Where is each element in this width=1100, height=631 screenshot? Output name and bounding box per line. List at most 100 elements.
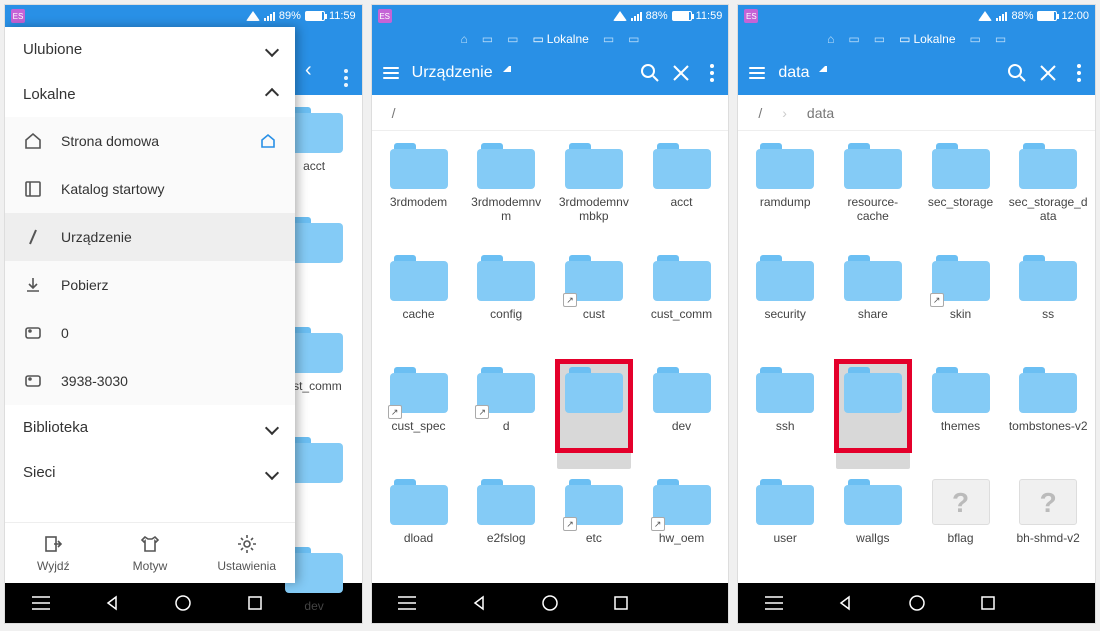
- folder-ramdump[interactable]: ramdump: [742, 137, 828, 247]
- tab-icon[interactable]: ▭: [603, 32, 614, 46]
- folder-ssh[interactable]: ssh: [742, 361, 828, 471]
- nav-recent-icon[interactable]: [243, 591, 267, 615]
- folder-acct[interactable]: acct: [639, 137, 725, 247]
- folder-config[interactable]: config: [463, 249, 549, 359]
- more-icon[interactable]: [704, 64, 720, 82]
- header-title[interactable]: Urządzenie: [412, 64, 493, 82]
- nav-recent-icon[interactable]: [976, 591, 1000, 615]
- folder-data[interactable]: data: [551, 361, 637, 471]
- drawer-bottom-motyw[interactable]: Motyw: [102, 523, 199, 583]
- nav-menu-icon[interactable]: [762, 591, 786, 615]
- folder-resource-cache[interactable]: resource-cache: [830, 137, 916, 247]
- folder-system[interactable]: system: [830, 361, 916, 471]
- tab-local[interactable]: ▭Lokalne: [532, 32, 588, 46]
- folder-3rdmodemnvm[interactable]: 3rdmodemnvm: [463, 137, 549, 247]
- folder-cust[interactable]: ↗cust: [551, 249, 637, 359]
- folder-d[interactable]: ↗d: [463, 361, 549, 471]
- folder-3rdmodemnvmbkp[interactable]: 3rdmodemnvmbkp: [551, 137, 637, 247]
- drawer-item-strona-domowa[interactable]: Strona domowa: [5, 117, 295, 165]
- tab-local[interactable]: ▭Lokalne: [899, 32, 955, 46]
- nav-back-icon[interactable]: [100, 591, 124, 615]
- tab-icon[interactable]: ▭: [482, 32, 493, 46]
- folder-skin[interactable]: ↗skin: [918, 249, 1004, 359]
- folder-icon: [932, 143, 990, 189]
- tab-icon[interactable]: ▭: [628, 32, 639, 46]
- clock: 12:00: [1061, 10, 1089, 22]
- crumb-root[interactable]: /: [758, 105, 762, 121]
- drawer-item-3938-3030[interactable]: 3938-3030: [5, 357, 295, 405]
- folder-cust_comm[interactable]: cust_comm: [639, 249, 725, 359]
- folder-share[interactable]: share: [830, 249, 916, 359]
- folder-dev[interactable]: dev: [639, 361, 725, 471]
- tab-icon[interactable]: ▭: [995, 32, 1006, 46]
- folder-cust_spec[interactable]: ↗cust_spec: [376, 361, 462, 471]
- folder-sec_storage_data[interactable]: sec_storage_data: [1005, 137, 1091, 247]
- menu-button[interactable]: [380, 64, 402, 82]
- crumb-data[interactable]: data: [807, 105, 834, 121]
- tab-icon[interactable]: ▭: [507, 32, 518, 46]
- drawer-local[interactable]: Lokalne: [5, 72, 295, 117]
- folder-etc[interactable]: ↗etc: [551, 473, 637, 583]
- menu-button[interactable]: [746, 64, 768, 82]
- folder-dload[interactable]: dload: [376, 473, 462, 583]
- shortcut-badge-icon: ↗: [475, 405, 489, 419]
- drawer-item-pobierz[interactable]: Pobierz: [5, 261, 295, 309]
- folder-icon: [844, 367, 902, 413]
- crumb-root[interactable]: /: [392, 105, 396, 121]
- folder-sec_storage[interactable]: sec_storage: [918, 137, 1004, 247]
- folder-icon: [653, 255, 711, 301]
- drawer-network[interactable]: Sieci: [5, 450, 295, 495]
- nav-home-icon[interactable]: [538, 591, 562, 615]
- more-icon[interactable]: [1071, 64, 1087, 82]
- search-icon[interactable]: [1007, 63, 1029, 83]
- nav-home-icon[interactable]: [171, 591, 195, 615]
- clock: 11:59: [696, 10, 723, 22]
- tab-icon[interactable]: ▭: [874, 32, 885, 46]
- file-bflag[interactable]: ?bflag: [918, 473, 1004, 583]
- drawer-item-katalog-startowy[interactable]: Katalog startowy: [5, 165, 295, 213]
- drawer-library[interactable]: Biblioteka: [5, 405, 295, 450]
- nav-extra-icon[interactable]: [1047, 591, 1071, 615]
- nav-menu-icon[interactable]: [29, 591, 53, 615]
- drawer-item-0[interactable]: 0: [5, 309, 295, 357]
- close-icon[interactable]: [672, 64, 694, 82]
- close-icon[interactable]: [1039, 64, 1061, 82]
- tab-icon[interactable]: ▭: [848, 32, 859, 46]
- home-tiny-icon[interactable]: ⌂: [827, 32, 834, 46]
- nav-menu-icon[interactable]: [395, 591, 419, 615]
- folder-ss[interactable]: ss: [1005, 249, 1091, 359]
- folder-e2fslog[interactable]: e2fslog: [463, 473, 549, 583]
- folder-label: ss: [1042, 307, 1054, 321]
- nav-back-icon[interactable]: [833, 591, 857, 615]
- nav-extra-icon[interactable]: [681, 591, 705, 615]
- nav-back-icon[interactable]: [467, 591, 491, 615]
- file-bh-shmd-v2[interactable]: ?bh-shmd-v2: [1005, 473, 1091, 583]
- folder-label: cache: [402, 307, 434, 321]
- search-icon[interactable]: [640, 63, 662, 83]
- tab-icon[interactable]: ▭: [970, 32, 981, 46]
- folder-security[interactable]: security: [742, 249, 828, 359]
- folder-hw_oem[interactable]: ↗hw_oem: [639, 473, 725, 583]
- nav-home-icon[interactable]: [905, 591, 929, 615]
- drawer-bottom-wyjdź[interactable]: Wyjdź: [5, 523, 102, 583]
- folder-themes[interactable]: themes: [918, 361, 1004, 471]
- home-tiny-icon[interactable]: ⌂: [461, 32, 468, 46]
- drawer-bottom-ustawienia[interactable]: Ustawienia: [198, 523, 295, 583]
- breadcrumb[interactable]: / › data: [738, 95, 1095, 131]
- folder-cache[interactable]: cache: [376, 249, 462, 359]
- breadcrumb[interactable]: /: [372, 95, 729, 131]
- folder-tombstones-v2[interactable]: tombstones-v2: [1005, 361, 1091, 471]
- folder-wallgs[interactable]: wallgs: [830, 473, 916, 583]
- folder-label: 3rdmodem: [390, 195, 447, 209]
- folder-label: ramdump: [760, 195, 811, 209]
- battery-percent: 88%: [1011, 10, 1033, 22]
- nav-recent-icon[interactable]: [609, 591, 633, 615]
- back-icon[interactable]: ‹: [305, 59, 312, 82]
- folder-user[interactable]: user: [742, 473, 828, 583]
- drawer-favorites[interactable]: Ulubione: [5, 27, 295, 72]
- header-title[interactable]: data: [778, 64, 809, 82]
- drawer-item-urządzenie[interactable]: Urządzenie: [5, 213, 295, 261]
- drawer-bottom-label: Wyjdź: [37, 559, 70, 573]
- folder-3rdmodem[interactable]: 3rdmodem: [376, 137, 462, 247]
- more-icon[interactable]: [338, 69, 354, 87]
